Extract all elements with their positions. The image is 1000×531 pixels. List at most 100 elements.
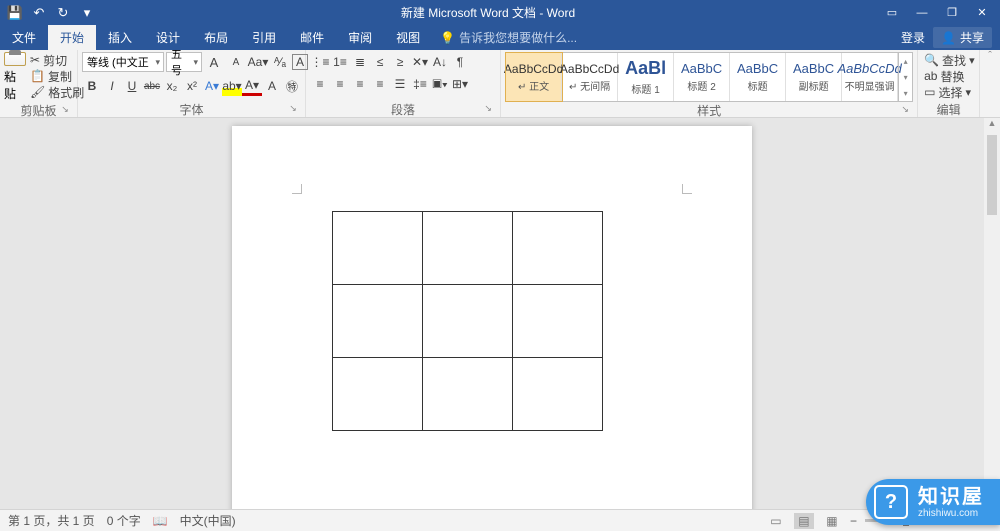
text-effects[interactable]: A▾ bbox=[202, 76, 222, 96]
underline-button[interactable]: U bbox=[122, 76, 142, 96]
char-shading[interactable]: A bbox=[262, 76, 282, 96]
language-indicator[interactable]: 中文(中国) bbox=[180, 512, 236, 529]
style-item-6[interactable]: AaBbCcDd不明显强调 bbox=[842, 53, 898, 101]
strikethrough-button[interactable]: abc bbox=[142, 76, 162, 96]
scroll-thumb[interactable] bbox=[987, 135, 997, 215]
bold-button[interactable]: B bbox=[82, 76, 102, 96]
tab-references[interactable]: 引用 bbox=[240, 25, 288, 50]
change-case[interactable]: Aa▾ bbox=[248, 52, 268, 72]
save-button[interactable]: 💾 bbox=[4, 2, 26, 24]
asian-layout[interactable]: ✕▾ bbox=[410, 52, 430, 72]
clipboard-launcher[interactable]: ↘ bbox=[59, 104, 71, 116]
print-layout[interactable]: ▤ bbox=[794, 513, 814, 529]
paragraph-launcher[interactable]: ↘ bbox=[482, 103, 494, 115]
ribbon-display-options[interactable]: ▭ bbox=[878, 2, 906, 24]
justify[interactable]: ≡ bbox=[370, 74, 390, 94]
styles-more[interactable]: ▴▾▾ bbox=[898, 53, 912, 101]
table-cell[interactable] bbox=[513, 212, 603, 285]
replace-button[interactable]: ab替换 bbox=[922, 68, 977, 84]
restore-button[interactable]: ❐ bbox=[938, 2, 966, 24]
increase-indent[interactable]: ≥ bbox=[390, 52, 410, 72]
qat-customize[interactable]: ▾ bbox=[76, 2, 98, 24]
document-area[interactable] bbox=[0, 118, 984, 509]
tell-me-box[interactable]: 💡告诉我您想要做什么... bbox=[440, 29, 577, 46]
line-spacing[interactable]: ‡≡ bbox=[410, 74, 430, 94]
styles-gallery[interactable]: AaBbCcDd↵ 正文AaBbCcDd↵ 无间隔AaBl标题 1AaBbC标题… bbox=[505, 52, 913, 102]
ribbon-tabs: 文件 开始 插入 设计 布局 引用 邮件 审阅 视图 💡告诉我您想要做什么...… bbox=[0, 25, 1000, 50]
margin-mark-left bbox=[292, 184, 302, 194]
distributed[interactable]: ☰ bbox=[390, 74, 410, 94]
web-layout[interactable]: ▦ bbox=[822, 513, 842, 529]
undo-button[interactable]: ↶ bbox=[28, 2, 50, 24]
quick-access-toolbar: 💾 ↶ ↻ ▾ bbox=[4, 2, 98, 24]
tab-file[interactable]: 文件 bbox=[0, 25, 48, 50]
italic-button[interactable]: I bbox=[102, 76, 122, 96]
enclose-char[interactable]: ㊕ bbox=[282, 76, 302, 96]
brush-icon: 🖌 bbox=[30, 85, 45, 99]
vertical-scrollbar[interactable]: ▲ ▼ bbox=[984, 118, 1000, 509]
table-cell[interactable] bbox=[333, 285, 423, 358]
scroll-up[interactable]: ▲ bbox=[984, 118, 1000, 134]
style-item-3[interactable]: AaBbC标题 2 bbox=[674, 53, 730, 101]
paste-button[interactable]: 粘贴 bbox=[4, 52, 26, 102]
zoom-out[interactable]: − bbox=[850, 514, 857, 528]
align-left[interactable]: ≡ bbox=[310, 74, 330, 94]
highlight-button[interactable]: ab▾ bbox=[222, 76, 242, 96]
select-button[interactable]: ▭选择▾ bbox=[922, 84, 977, 100]
table-cell[interactable] bbox=[513, 358, 603, 431]
search-icon: 🔍 bbox=[924, 53, 939, 67]
proofing-icon[interactable]: 📖 bbox=[153, 514, 168, 528]
table-cell[interactable] bbox=[333, 358, 423, 431]
signin-link[interactable]: 登录 bbox=[901, 29, 925, 46]
subscript-button[interactable]: x₂ bbox=[162, 76, 182, 96]
shrink-font[interactable]: A bbox=[226, 52, 246, 72]
tab-review[interactable]: 审阅 bbox=[336, 25, 384, 50]
shading-button[interactable]: 🞕▾ bbox=[430, 74, 450, 94]
share-button[interactable]: 👤共享 bbox=[933, 27, 992, 48]
font-color[interactable]: A▾ bbox=[242, 76, 262, 96]
show-marks[interactable]: ¶ bbox=[450, 52, 470, 72]
word-count[interactable]: 0 个字 bbox=[107, 512, 141, 529]
borders-button[interactable]: ⊞▾ bbox=[450, 74, 470, 94]
table-cell[interactable] bbox=[333, 212, 423, 285]
style-item-2[interactable]: AaBl标题 1 bbox=[618, 53, 674, 101]
collapse-ribbon[interactable]: ˆ bbox=[980, 50, 1000, 62]
tab-layout[interactable]: 布局 bbox=[192, 25, 240, 50]
font-name-combo[interactable]: 等线 (中文正 bbox=[82, 52, 164, 72]
table-cell[interactable] bbox=[423, 212, 513, 285]
table-cell[interactable] bbox=[423, 358, 513, 431]
sort-button[interactable]: A↓ bbox=[430, 52, 450, 72]
close-button[interactable]: ✕ bbox=[968, 2, 996, 24]
styles-launcher[interactable]: ↘ bbox=[899, 104, 911, 116]
style-item-4[interactable]: AaBbC标题 bbox=[730, 53, 786, 101]
multilevel-button[interactable]: ≣ bbox=[350, 52, 370, 72]
table-cell[interactable] bbox=[513, 285, 603, 358]
style-item-0[interactable]: AaBbCcDd↵ 正文 bbox=[506, 53, 562, 101]
tab-mail[interactable]: 邮件 bbox=[288, 25, 336, 50]
align-right[interactable]: ≡ bbox=[350, 74, 370, 94]
bullets-button[interactable]: ⋮≡ bbox=[310, 52, 330, 72]
tab-insert[interactable]: 插入 bbox=[96, 25, 144, 50]
read-mode[interactable]: ▭ bbox=[766, 513, 786, 529]
tab-home[interactable]: 开始 bbox=[48, 25, 96, 50]
redo-button[interactable]: ↻ bbox=[52, 2, 74, 24]
numbering-button[interactable]: 1≡ bbox=[330, 52, 350, 72]
font-size-combo[interactable]: 五号 bbox=[166, 52, 202, 72]
tab-view[interactable]: 视图 bbox=[384, 25, 432, 50]
page-indicator[interactable]: 第 1 页，共 1 页 bbox=[8, 512, 95, 529]
table-3x3[interactable] bbox=[332, 211, 603, 431]
decrease-indent[interactable]: ≤ bbox=[370, 52, 390, 72]
style-item-5[interactable]: AaBbC副标题 bbox=[786, 53, 842, 101]
superscript-button[interactable]: x² bbox=[182, 76, 202, 96]
grow-font[interactable]: A bbox=[204, 52, 224, 72]
align-center[interactable]: ≡ bbox=[330, 74, 350, 94]
table-cell[interactable] bbox=[423, 285, 513, 358]
style-item-1[interactable]: AaBbCcDd↵ 无间隔 bbox=[562, 53, 618, 101]
phonetic-guide[interactable]: ᴬ⁄ₐ bbox=[270, 52, 290, 72]
page[interactable] bbox=[232, 126, 752, 509]
font-launcher[interactable]: ↘ bbox=[287, 103, 299, 115]
minimize-button[interactable]: — bbox=[908, 2, 936, 24]
find-button[interactable]: 🔍查找▾ bbox=[922, 52, 977, 68]
watermark-url: zhishiwu.com bbox=[918, 508, 984, 519]
title-bar: 💾 ↶ ↻ ▾ 新建 Microsoft Word 文档 - Word ▭ — … bbox=[0, 0, 1000, 25]
